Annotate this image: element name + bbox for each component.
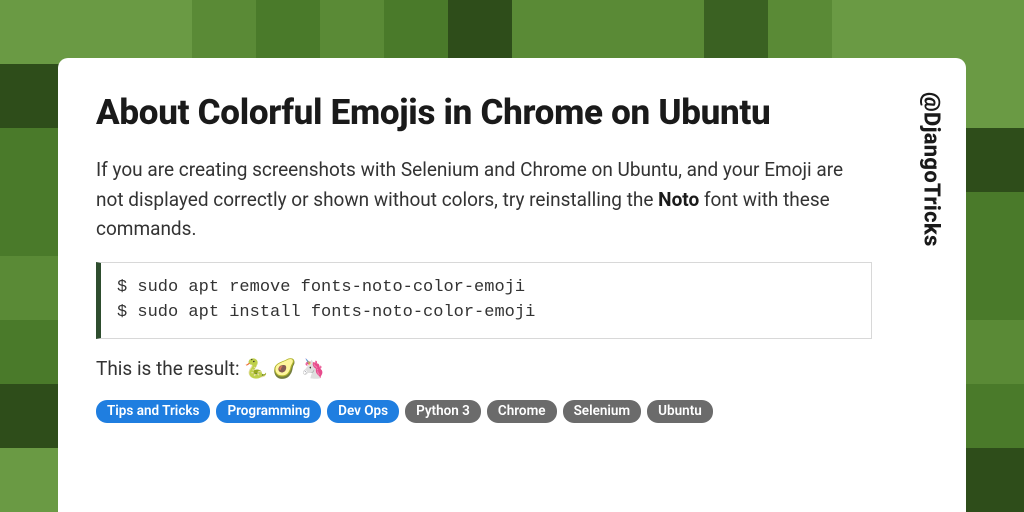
tag-python-3[interactable]: Python 3 bbox=[405, 400, 481, 424]
tag-ubuntu[interactable]: Ubuntu bbox=[647, 400, 713, 424]
result-label: This is the result: bbox=[96, 357, 244, 380]
article-card: About Colorful Emojis in Chrome on Ubunt… bbox=[58, 58, 966, 512]
article-intro: If you are creating screenshots with Sel… bbox=[96, 155, 872, 243]
result-emojis: 🐍 🥑 🦄 bbox=[244, 357, 324, 380]
handle-column: @DjangoTricks bbox=[910, 58, 966, 512]
tag-tips-and-tricks[interactable]: Tips and Tricks bbox=[96, 400, 210, 424]
tag-programming[interactable]: Programming bbox=[216, 400, 321, 424]
result-line: This is the result: 🐍 🥑 🦄 bbox=[96, 357, 872, 380]
tag-dev-ops[interactable]: Dev Ops bbox=[327, 400, 399, 424]
intro-strong: Noto bbox=[658, 188, 699, 211]
tag-selenium[interactable]: Selenium bbox=[563, 400, 642, 424]
code-block: $ sudo apt remove fonts-noto-color-emoji… bbox=[96, 262, 872, 339]
author-handle[interactable]: @DjangoTricks bbox=[919, 92, 944, 512]
tag-list: Tips and TricksProgrammingDev OpsPython … bbox=[96, 400, 872, 424]
article-title: About Colorful Emojis in Chrome on Ubunt… bbox=[96, 92, 872, 133]
article-content: About Colorful Emojis in Chrome on Ubunt… bbox=[58, 58, 910, 512]
tag-chrome[interactable]: Chrome bbox=[487, 400, 557, 424]
